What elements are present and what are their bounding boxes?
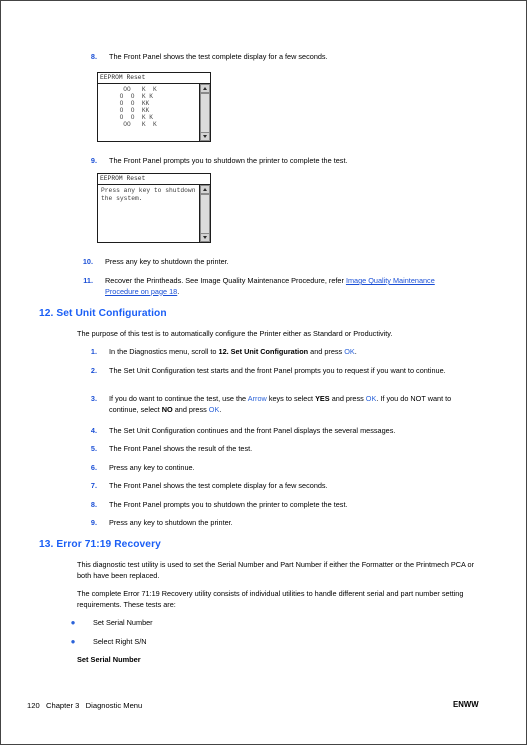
inline-emphasis: YES (315, 394, 330, 403)
inline-text: and press (172, 404, 209, 414)
step-11-text-before: Recover the Printheads. See Image Qualit… (105, 276, 346, 285)
step-text: In the Diagnostics menu, scroll to 12. S… (109, 347, 467, 358)
step-number: 8. (90, 500, 97, 509)
step-10-text: Press any key to shutdown the printer. (105, 257, 229, 266)
inline-text: If you do want to continue the test, use… (109, 394, 248, 403)
bullet-dot-icon: ● (70, 618, 76, 627)
section-13-paragraph-1: This diagnostic test utility is used to … (77, 560, 475, 580)
step-9-number: 9. (90, 156, 97, 165)
inline-text: . (354, 347, 357, 356)
scroll-down-arrow-icon[interactable] (200, 233, 210, 242)
panel-titlebar: EEPROM Reset (98, 174, 210, 185)
section-12-step-4: 4. The Set Unit Configuration continues … (77, 426, 467, 437)
inline-key-label: OK (208, 404, 220, 414)
inline-text: In the Diagnostics menu, scroll to (109, 347, 219, 356)
inline-emphasis: NO (161, 404, 173, 414)
step-number: 5. (90, 444, 97, 453)
heading-error-71-19-recovery: 13. Error 71:19 Recovery (39, 539, 161, 550)
step-number: 2. (90, 366, 97, 375)
section-12-step-1: 1. In the Diagnostics menu, scroll to 12… (77, 347, 467, 358)
scrollbar-thumb[interactable] (200, 93, 210, 133)
panel-body: OO K K O O K K O O KK O O KK O O K K OO … (98, 84, 210, 141)
step-number: 7. (90, 481, 97, 490)
inline-text: . (219, 404, 222, 414)
section-12-step-5: 5. The Front Panel shows the result of t… (77, 444, 467, 455)
panel-body: Press any key to shutdown the system. (98, 185, 210, 242)
step-number: 1. (90, 347, 97, 356)
step-number: 6. (90, 463, 97, 472)
scroll-up-arrow-icon[interactable] (200, 185, 210, 194)
step-text: The Front Panel shows the result of the … (109, 444, 467, 455)
inline-text: The Front Panel shows the result of the … (109, 444, 253, 453)
eeprom-reset-shutdown-panel: EEPROM Reset Press any key to shutdown t… (97, 173, 211, 243)
step-text: The Set Unit Configuration test starts a… (109, 366, 467, 377)
step-11: 11. Recover the Printheads. See Image Qu… (73, 276, 461, 297)
panel-scrollbar[interactable] (199, 84, 210, 141)
step-8-number: 8. (90, 52, 97, 61)
inline-text: Press any key to shutdown the printer. (109, 518, 233, 527)
bullet-dot-icon: ● (70, 637, 76, 646)
scrollbar-thumb[interactable] (200, 194, 210, 234)
panel-screen: Press any key to shutdown the system. (98, 185, 199, 242)
scroll-down-arrow-icon[interactable] (200, 132, 210, 141)
inline-text: The Set Unit Configuration continues and… (109, 426, 396, 435)
inline-text: The Front Panel prompts you to shutdown … (109, 500, 348, 509)
eeprom-reset-ok-panel: EEPROM Reset OO K K O O K K O O KK O O K… (97, 72, 211, 142)
bullet-set-serial-number: ● Set Serial Number (63, 618, 363, 629)
inline-key-label: OK (344, 347, 355, 356)
inline-key-label: Arrow (247, 394, 267, 403)
panel-scrollbar[interactable] (199, 185, 210, 242)
footer-right-enww: ENWW (453, 700, 479, 709)
step-text: Press any key to continue. (109, 463, 467, 474)
subheading-set-serial-number: Set Serial Number (77, 655, 141, 664)
step-11-text-after: . (177, 286, 180, 296)
footer-left: 120 Chapter 3 Diagnostic Menu (27, 701, 143, 710)
section-12-step-9: 9. Press any key to shutdown the printer… (77, 518, 467, 529)
panel-screen: OO K K O O K K O O KK O O KK O O K K OO … (98, 84, 199, 141)
step-text: The Front Panel prompts you to shutdown … (109, 500, 467, 511)
step-text: Press any key to shutdown the printer. (109, 518, 467, 529)
section-12-step-6: 6. Press any key to continue. (77, 463, 467, 474)
bullet-select-right-sn: ● Select Right S/N (63, 637, 363, 648)
step-11-number: 11. (83, 276, 93, 285)
section-12-step-3: 3. If you do want to continue the test, … (77, 394, 467, 415)
ascii-art-ok: OO K K O O K K O O KK O O KK O O K K OO … (119, 86, 157, 128)
section-12-step-7: 7. The Front Panel shows the test comple… (77, 481, 467, 492)
bullet-label: Select Right S/N (93, 637, 147, 646)
section-12-intro: The purpose of this test is to automatic… (77, 329, 393, 338)
step-text: If you do want to continue the test, use… (109, 394, 467, 415)
step-text: The Front Panel shows the test complete … (109, 481, 467, 492)
section-12-step-8: 8. The Front Panel prompts you to shutdo… (77, 500, 467, 511)
panel-message: Press any key to shutdown the system. (101, 187, 196, 202)
page-content: 8. The Front Panel shows the test comple… (1, 1, 526, 744)
bullet-label: Set Serial Number (93, 618, 153, 627)
step-8: 8. The Front Panel shows the test comple… (77, 52, 477, 63)
inline-text: and press (308, 347, 345, 356)
document-page: 8. The Front Panel shows the test comple… (0, 0, 527, 745)
section-12-step-2: 2. The Set Unit Configuration test start… (77, 366, 467, 377)
inline-key-label: OK (365, 394, 377, 403)
section-13-paragraph-2: The complete Error 71:19 Recovery utilit… (77, 589, 464, 609)
inline-text: and press (329, 394, 366, 403)
scroll-up-arrow-icon[interactable] (200, 84, 210, 93)
step-9-text: The Front Panel prompts you to shutdown … (109, 156, 348, 165)
inline-text: Press any key to continue. (109, 463, 195, 472)
step-10-number: 10. (82, 257, 93, 266)
step-number: 9. (90, 518, 97, 527)
step-number: 4. (90, 426, 97, 435)
panel-titlebar: EEPROM Reset (98, 73, 210, 84)
inline-text: The Front Panel shows the test complete … (109, 481, 328, 490)
heading-set-unit-configuration: 12. Set Unit Configuration (39, 308, 167, 319)
step-text: The Set Unit Configuration continues and… (109, 426, 467, 437)
step-11-text: Recover the Printheads. See Image Qualit… (105, 276, 461, 297)
inline-text: keys to select (266, 394, 316, 403)
step-number: 3. (90, 394, 97, 403)
step-9: 9. The Front Panel prompts you to shutdo… (77, 156, 477, 167)
step-8-text: The Front Panel shows the test complete … (109, 52, 328, 61)
step-10: 10. Press any key to shutdown the printe… (73, 257, 473, 268)
inline-text: The Set Unit Configuration test starts a… (109, 366, 446, 375)
inline-emphasis: 12. Set Unit Configuration (218, 347, 309, 356)
